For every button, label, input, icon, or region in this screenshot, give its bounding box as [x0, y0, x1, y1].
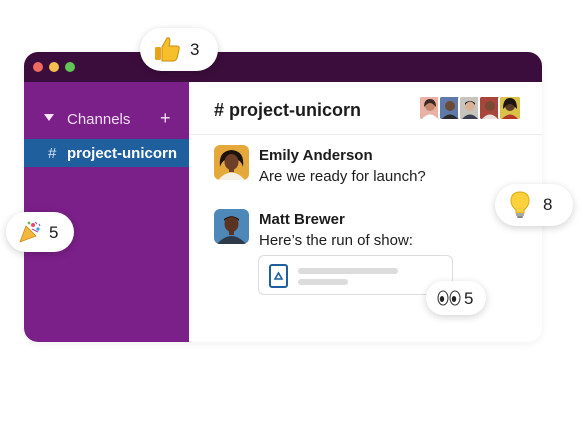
thumbs-up-icon [153, 35, 181, 68]
channel-title[interactable]: # project-unicorn [214, 100, 361, 121]
document-icon [269, 264, 288, 288]
add-channel-button[interactable]: + [160, 108, 171, 129]
sidebar-item-label: project-unicorn [67, 145, 178, 162]
message-text: Here’s the run of show: [259, 232, 413, 249]
close-window-button[interactable] [33, 62, 43, 72]
file-attachment[interactable] [258, 255, 453, 295]
party-popper-icon [18, 220, 42, 249]
reaction-count: 5 [464, 289, 474, 308]
channels-label: Channels [67, 111, 131, 128]
channel-view: # project-unicorn Emily Anderson Are we … [189, 82, 542, 342]
reaction-eyes[interactable]: 5 [426, 281, 486, 315]
eyes-icon [437, 290, 461, 311]
file-title-placeholder [298, 268, 398, 274]
maximize-window-button[interactable] [65, 62, 75, 72]
sidebar-item-project-unicorn[interactable]: # project-unicorn [24, 139, 189, 167]
message-author[interactable]: Matt Brewer [259, 211, 345, 228]
message-author[interactable]: Emily Anderson [259, 147, 373, 164]
minimize-window-button[interactable] [49, 62, 59, 72]
title-bar [24, 52, 542, 82]
message-text: Are we ready for launch? [259, 168, 426, 185]
reaction-lightbulb[interactable]: 8 [495, 184, 573, 226]
caret-down-icon[interactable] [44, 114, 54, 121]
reaction-thumbs-up[interactable]: 3 [140, 28, 218, 71]
file-meta-placeholder [298, 279, 348, 285]
lightbulb-icon [509, 190, 531, 225]
avatar[interactable] [214, 145, 249, 180]
reaction-count: 5 [49, 223, 59, 242]
header-divider [189, 134, 542, 135]
channel-hash-icon: # [48, 145, 57, 162]
channel-members-button[interactable] [418, 95, 522, 121]
channels-section-header[interactable]: Channels + [24, 108, 189, 132]
reaction-party[interactable]: 5 [6, 212, 74, 252]
reaction-count: 3 [190, 40, 200, 59]
member-avatar [498, 95, 522, 121]
avatar[interactable] [214, 209, 249, 244]
reaction-count: 8 [543, 195, 553, 214]
